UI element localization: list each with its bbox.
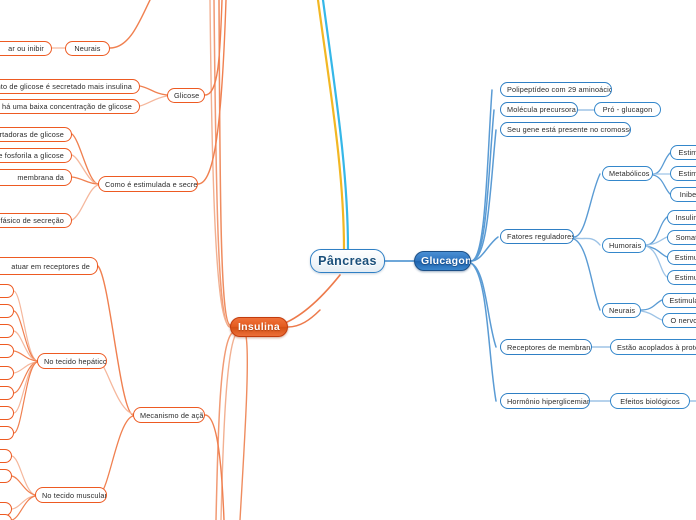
node-baixa-concentracao-glicose[interactable]: Quando há uma baixa concentração de glic… (0, 99, 140, 114)
node-label: Polipeptídeo com 29 aminoácidos (507, 85, 611, 94)
node-neural-2[interactable]: O nervo (662, 313, 696, 328)
node-label: Neurais (609, 306, 636, 315)
node-label: Estim (678, 169, 696, 178)
node-label: membrana da (17, 173, 64, 182)
node-aumento-glicose[interactable]: n aumento de glicose é secretado mais in… (0, 79, 140, 94)
node-gene-cromossoma[interactable]: Seu gene está presente no cromossoma 2 (500, 122, 631, 137)
node-tecido-hepatico[interactable]: No tecido hepático (37, 353, 107, 369)
node-hepatico-item-4[interactable] (0, 344, 14, 358)
node-label: O nervo (670, 316, 696, 325)
node-humoral-1[interactable]: Insulin (667, 210, 696, 225)
node-label: Fatores reguladores (507, 232, 573, 241)
node-pro-glucagon[interactable]: Pró - glucagon (594, 102, 661, 117)
mindmap-canvas[interactable]: Pâncreas Glucagon Insulina Polipeptídeo … (0, 0, 696, 520)
node-label: Estão acoplados à proteína (617, 342, 696, 352)
node-muscular-item-4[interactable] (0, 514, 12, 520)
node-label: Estimu (674, 253, 696, 262)
node-hepatico-item-8[interactable] (0, 426, 14, 440)
node-label: Inibe (679, 190, 696, 199)
node-fatores-reguladores[interactable]: Fatores reguladores (500, 229, 574, 244)
node-metabolico-2[interactable]: Estim (670, 166, 696, 181)
node-label: Pâncreas (318, 254, 377, 268)
node-molecula-precursora[interactable]: Molécula precursora (500, 102, 578, 117)
node-label: atuar em receptores de (11, 261, 90, 271)
node-neurais-glucagon[interactable]: Neurais (602, 303, 641, 318)
node-hepatico-item-6[interactable] (0, 386, 14, 400)
node-label: Glicose (174, 91, 200, 100)
node-insulina[interactable]: Insulina (230, 317, 288, 337)
node-humoral-3[interactable]: Estimu (667, 250, 696, 265)
node-transportadoras-glicose[interactable]: portadoras de glicose (0, 127, 72, 142)
node-metabolico-1[interactable]: Estim (670, 145, 696, 160)
node-muscular-item-1[interactable] (0, 449, 12, 463)
node-polipeptideo[interactable]: Polipeptídeo com 29 aminoácidos (500, 82, 612, 97)
node-label: ar ou inibir (8, 44, 44, 53)
node-muscular-item-2[interactable] (0, 469, 12, 483)
node-membrana-da[interactable]: membrana da (0, 169, 72, 186)
node-label: Como é estimulada e secretada? (105, 179, 197, 189)
node-bifasico-secrecao[interactable]: o bifásico de secreção (0, 213, 72, 228)
node-label: n aumento de glicose é secretado mais in… (0, 82, 132, 91)
node-label: Glucagon (421, 255, 470, 267)
node-humoral-4[interactable]: Estimu (667, 270, 696, 285)
node-hepatico-item-5[interactable] (0, 366, 14, 380)
node-neurais-insulina[interactable]: Neurais (65, 41, 110, 56)
node-hormonio-hiperglicemiante[interactable]: Hormônio hiperglicemiante (500, 393, 590, 409)
node-label: Metabólicos (609, 169, 650, 178)
node-mecanismo-acao[interactable]: Mecanismo de ação (133, 407, 205, 423)
node-hepatico-item-2[interactable] (0, 304, 14, 318)
node-tecido-muscular[interactable]: No tecido muscular (35, 487, 107, 503)
node-label: Hormônio hiperglicemiante (507, 396, 589, 406)
node-quinase-fosforila[interactable]: ase fosforila a glicose (0, 148, 72, 163)
node-label: Molécula precursora (507, 105, 576, 114)
node-label: Pró - glucagon (602, 105, 653, 114)
node-atuar-receptores[interactable]: atuar em receptores de (0, 257, 98, 275)
node-label: Humorais (609, 241, 642, 250)
node-hepatico-item-1[interactable] (0, 284, 14, 298)
node-label: No tecido hepático (44, 356, 106, 366)
node-label: Insulin (675, 213, 696, 222)
node-label: Mecanismo de ação (140, 410, 204, 420)
node-hepatico-item-3[interactable] (0, 324, 14, 338)
node-hepatico-item-7[interactable] (0, 406, 14, 420)
node-glicose[interactable]: Glicose (167, 88, 205, 103)
node-label: o bifásico de secreção (0, 216, 64, 225)
node-root-pancreas[interactable]: Pâncreas (310, 249, 385, 273)
node-label: Receptores de membrana (507, 342, 591, 352)
node-metabolico-3[interactable]: Inibe (670, 187, 696, 202)
node-label: Quando há uma baixa concentração de glic… (0, 102, 132, 111)
node-label: Somat (675, 233, 696, 242)
node-label: No tecido muscular (42, 490, 106, 500)
node-metabolicos[interactable]: Metabólicos (602, 166, 653, 181)
node-neural-1[interactable]: Estimula (662, 293, 696, 308)
node-humorais[interactable]: Humorais (602, 238, 646, 253)
node-label: portadoras de glicose (0, 130, 64, 139)
node-receptores-membrana[interactable]: Receptores de membrana (500, 339, 592, 355)
node-humoral-2[interactable]: Somat (667, 230, 696, 245)
node-estimular-ou-inibir[interactable]: ar ou inibir (0, 41, 52, 56)
node-label: Estim (678, 148, 696, 157)
node-label: Estimu (674, 273, 696, 282)
node-label: ase fosforila a glicose (0, 151, 64, 160)
node-label: Insulina (237, 321, 281, 333)
node-label: Seu gene está presente no cromossoma 2 (507, 125, 630, 134)
node-efeitos-biologicos[interactable]: Efeitos biológicos (610, 393, 690, 409)
node-label: Neurais (74, 44, 101, 53)
node-acoplados-proteina[interactable]: Estão acoplados à proteína (610, 339, 696, 355)
node-label: Estimula (669, 296, 696, 305)
node-como-estimulada-secretada[interactable]: Como é estimulada e secretada? (98, 176, 198, 192)
node-glucagon[interactable]: Glucagon (414, 251, 471, 271)
node-label: Efeitos biológicos (620, 396, 680, 406)
